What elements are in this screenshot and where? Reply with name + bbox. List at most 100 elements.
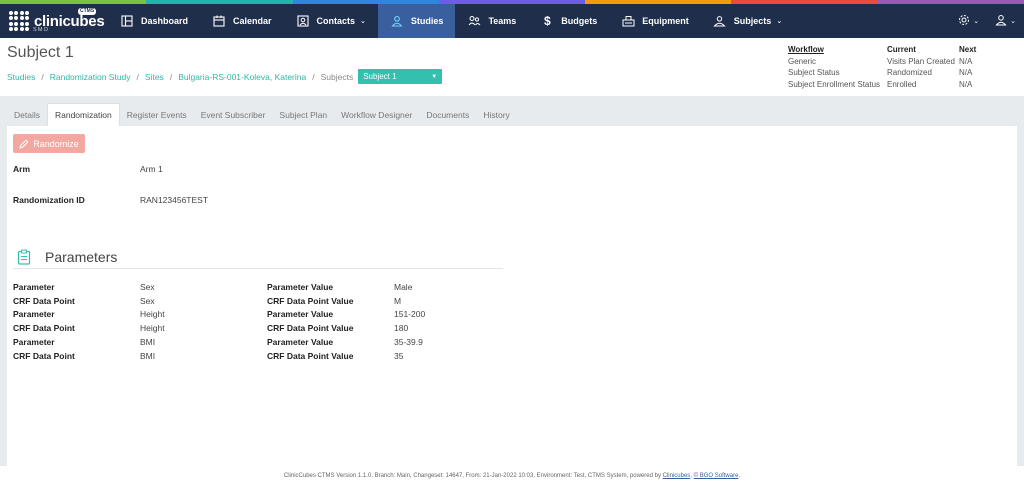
footer-link-bgo[interactable]: © BGO Software (694, 473, 739, 479)
nav-label: Budgets (561, 16, 598, 26)
parameters-header: Parameters (13, 249, 503, 269)
teams-icon (467, 14, 481, 28)
nav-calendar[interactable]: Calendar (200, 4, 284, 38)
nav-teams[interactable]: Teams (455, 4, 528, 38)
breadcrumb-site[interactable]: Bulgaria-RS-001-Koleva, Katerina (178, 72, 306, 82)
dashboard-icon (120, 14, 134, 28)
tab-subject-plan[interactable]: Subject Plan (272, 104, 334, 126)
table-row: Parameter BMI Parameter Value 35-39.9 (13, 336, 1011, 350)
subject-select[interactable]: Subject 1 ▼ (358, 69, 443, 84)
param-name: BMI (140, 350, 156, 361)
param-value-label: CRF Data Point Value (267, 323, 354, 334)
workflow-link[interactable]: Workflow (788, 44, 887, 56)
param-label: Parameter (13, 336, 55, 347)
nav-label: Contacts (316, 16, 356, 26)
param-value-label: Parameter Value (267, 309, 334, 320)
breadcrumb-sep: / (312, 71, 315, 82)
footer-comma: , (690, 473, 692, 479)
workflow-current: Randomized (887, 68, 932, 77)
arm-row: Arm Arm 1 (13, 164, 1011, 174)
nav-label: Subjects (733, 16, 772, 26)
studies-icon (390, 14, 404, 28)
arm-label: Arm (13, 164, 31, 174)
arm-value: Arm 1 (140, 164, 163, 174)
workflow-row: Subject Status Randomized N/A (788, 67, 989, 79)
user-icon (995, 14, 1007, 28)
param-value: Male (394, 282, 413, 292)
nav-subjects[interactable]: Subjects ⌄ (701, 4, 794, 38)
workflow-row: Generic Visits Plan Created N/A (788, 56, 989, 68)
workflow-next: N/A (959, 79, 973, 89)
nav-studies[interactable]: Studies (377, 4, 456, 38)
workflow-next: N/A (959, 56, 973, 66)
randomize-button[interactable]: Randomize (13, 134, 85, 153)
param-value-label: CRF Data Point Value (267, 350, 354, 361)
workflow-header-current: Current (887, 45, 916, 54)
gear-icon (958, 14, 970, 28)
top-navbar: clinicubes SMO CTMS Dashboard Calendar C… (0, 4, 1024, 38)
nav-label: Teams (488, 16, 517, 26)
nav-contacts[interactable]: Contacts ⌄ (284, 4, 378, 38)
param-value-label: Parameter Value (267, 282, 334, 292)
tab-history[interactable]: History (476, 104, 516, 126)
footer-end: . (738, 473, 741, 479)
nav-equipment[interactable]: Equipment (609, 4, 701, 38)
chevron-down-icon: ⌄ (1010, 18, 1016, 25)
breadcrumb-sites[interactable]: Sites (145, 72, 164, 82)
page-footer: ClinicCubes CTMS Version 1.1.0, Branch: … (0, 466, 1024, 486)
param-name: Height (140, 309, 165, 320)
caret-down-icon: ▼ (431, 73, 438, 80)
param-name: BMI (140, 336, 156, 347)
parameters-title: Parameters (45, 249, 118, 265)
workflow-header-row: Workflow Current Next (788, 44, 989, 56)
tab-randomization[interactable]: Randomization (46, 103, 120, 126)
parameters-table: Parameter Sex Parameter Value Male CRF D… (13, 281, 1011, 363)
nav-dashboard[interactable]: Dashboard (108, 4, 200, 38)
tab-event-subscriber[interactable]: Event Subscriber (194, 104, 273, 126)
brand-sub: SMO (33, 27, 50, 33)
workflow-name: Generic (788, 56, 817, 66)
breadcrumb-subjects: Subjects (320, 71, 354, 82)
brand-badge: CTMS (78, 8, 97, 15)
page-header: Subject 1 Studies / Randomization Study … (0, 38, 1024, 96)
workflow-current: Enrolled (887, 79, 917, 89)
param-label: CRF Data Point (13, 350, 75, 361)
chevron-down-icon: ⌄ (776, 18, 783, 25)
workflow-status-table: Workflow Current Next Generic Visits Pla… (788, 44, 989, 90)
table-row: Parameter Sex Parameter Value Male (13, 281, 1011, 295)
nav-label: Equipment (642, 16, 689, 26)
table-row: CRF Data Point Height CRF Data Point Val… (13, 322, 1011, 336)
nav-right-tools: ⌄ ⌄ (950, 4, 1024, 38)
param-value: 35 (394, 350, 404, 361)
equipment-icon (621, 14, 635, 28)
breadcrumb-sep: / (169, 71, 173, 82)
breadcrumb-studies[interactable]: Studies (7, 72, 35, 82)
clipboard-icon (17, 249, 33, 265)
brand-logo[interactable]: clinicubes SMO CTMS (0, 4, 108, 38)
user-menu[interactable]: ⌄ (987, 14, 1024, 28)
param-value-label: CRF Data Point Value (267, 295, 354, 306)
nav-budgets[interactable]: $ Budgets (528, 4, 609, 38)
breadcrumb-study[interactable]: Randomization Study (50, 72, 131, 82)
randomization-id-label: Randomization ID (13, 195, 85, 205)
table-row: CRF Data Point Sex CRF Data Point Value … (13, 295, 1011, 309)
table-row: Parameter Height Parameter Value 151-200 (13, 308, 1011, 322)
calendar-icon (212, 14, 226, 28)
param-value: M (394, 295, 402, 306)
randomization-id-row: Randomization ID RAN123456TEST (13, 195, 1011, 205)
tab-details[interactable]: Details (7, 104, 47, 126)
workflow-name: Subject Enrollment Status (788, 79, 881, 89)
param-label: CRF Data Point (13, 323, 75, 334)
randomization-panel: Randomize Arm Arm 1 Randomization ID RAN… (7, 126, 1017, 468)
param-value: 180 (394, 323, 409, 334)
breadcrumb-sep: / (136, 71, 139, 82)
workflow-row: Subject Enrollment Status Enrolled N/A (788, 79, 989, 91)
footer-link-clinicubes[interactable]: Clinicubes (663, 473, 691, 479)
tab-workflow-designer[interactable]: Workflow Designer (334, 104, 419, 126)
subjects-icon (713, 14, 727, 28)
subject-select-value: Subject 1 (363, 72, 397, 81)
tab-register-events[interactable]: Register Events (120, 104, 194, 126)
tab-documents[interactable]: Documents (419, 104, 476, 126)
param-label: Parameter (13, 309, 55, 320)
settings-menu[interactable]: ⌄ (950, 14, 987, 28)
